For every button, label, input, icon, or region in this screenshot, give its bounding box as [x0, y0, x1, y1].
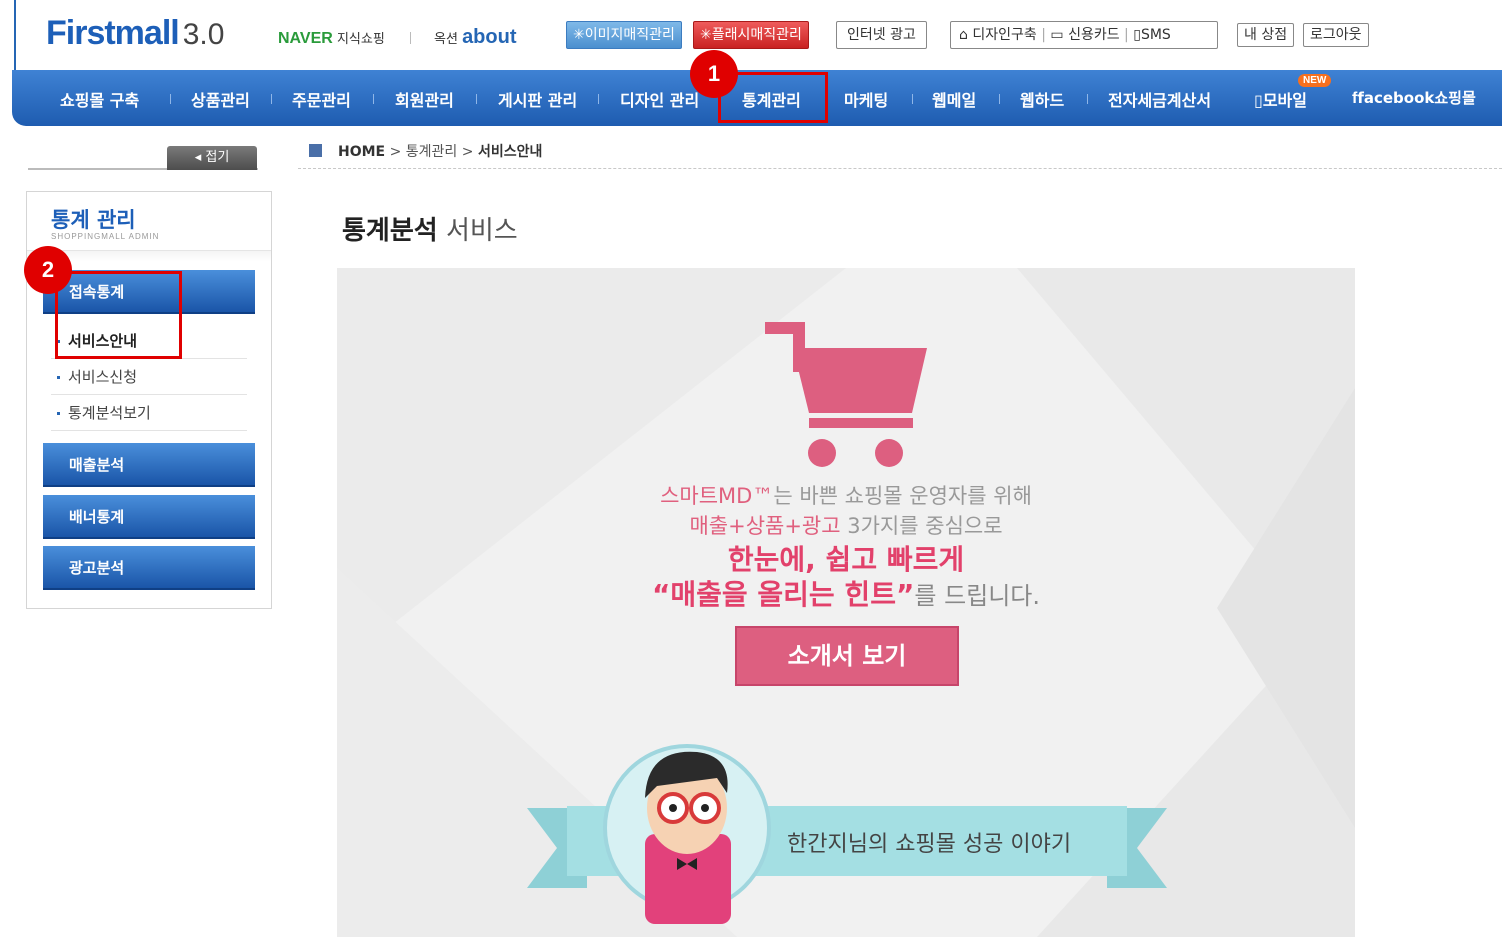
new-badge: NEW: [1298, 74, 1332, 87]
flash-matching-button[interactable]: ✳플래시매직관리: [693, 21, 809, 49]
nav-item-facebook-mall[interactable]: ffacebook쇼핑몰: [1352, 87, 1476, 108]
auction-label: 옥션: [434, 32, 458, 47]
breadcrumb-current: 서비스안내: [477, 144, 543, 160]
sidebar-section-banner-stats[interactable]: 배너통계: [43, 495, 255, 539]
nav-item-orders[interactable]: 주문관리: [292, 87, 351, 111]
nav-item-members[interactable]: 회원관리: [395, 87, 454, 111]
annotation-marker-2: 2: [24, 246, 72, 294]
fold-label: 접기: [205, 150, 230, 165]
shopping-cart-icon: [765, 322, 927, 467]
nav-item-mobile-label: 모바일: [1262, 91, 1307, 110]
desc1-rest: 는 바쁜 쇼핑몰 운영자를 위해: [773, 484, 1032, 508]
sidebar-link-label: 서비스신청: [68, 368, 138, 386]
bullet-icon: [57, 376, 60, 379]
sidebar-subtitle: SHOPPINGMALL ADMIN: [51, 232, 160, 241]
mobile-phone-icon: ▯: [1254, 91, 1263, 110]
nav-item-mobile[interactable]: ▯모바일: [1254, 87, 1307, 111]
service-description-line4: “매출을 올리는 힌트”를 드립니다.: [337, 573, 1355, 613]
nav-divider: [170, 94, 171, 104]
breadcrumb: HOME > 통계관리 > 서비스안내: [309, 141, 542, 161]
sparkle-icon: ✳: [573, 27, 585, 43]
nav-divider: [271, 94, 272, 104]
breadcrumb-level1[interactable]: 통계관리: [406, 144, 458, 160]
design-build-link[interactable]: 디자인구축: [972, 27, 1036, 43]
view-brochure-button[interactable]: 소개서 보기: [735, 626, 959, 686]
my-store-button[interactable]: 내 상점: [1237, 23, 1295, 47]
divider: [410, 32, 411, 44]
page-title-bold: 통계분석: [342, 216, 438, 246]
annotation-box-2: [55, 271, 182, 359]
nav-divider: [999, 94, 1000, 104]
page-title-rest: 서비스: [437, 216, 518, 246]
breadcrumb-separator: >: [461, 144, 474, 160]
desc4-highlight: “매출을 올리는 힌트”: [651, 578, 915, 611]
sidebar-link-service-apply[interactable]: 서비스신청: [57, 366, 137, 387]
nav-item-facebook-label: facebook쇼핑몰: [1357, 89, 1476, 107]
divider: |: [1041, 27, 1046, 43]
nav-divider: [912, 94, 913, 104]
divider: |: [1124, 27, 1129, 43]
firstmall-logo[interactable]: Firstmall 3.0: [46, 14, 224, 53]
nav-item-webmail[interactable]: 웹메일: [932, 87, 976, 111]
nav-item-board[interactable]: 게시판 관리: [498, 87, 577, 111]
sidebar-section-sales-analysis[interactable]: 매출분석: [43, 443, 255, 487]
nav-divider: [476, 94, 477, 104]
nav-divider: [1087, 94, 1088, 104]
home-icon: [309, 144, 322, 157]
breadcrumb-divider: [298, 168, 1502, 169]
top-header: Firstmall 3.0 NAVER 지식쇼핑 옥션 about ✳이미지매직관…: [14, 0, 1502, 70]
sms-link[interactable]: SMS: [1141, 27, 1171, 43]
nav-item-marketing[interactable]: 마케팅: [844, 87, 888, 111]
service-description-line3: 한눈에, 쉽고 빠르게: [727, 543, 965, 576]
fold-sidebar-button[interactable]: ◂ 접기: [167, 146, 257, 170]
bullet-icon: [57, 412, 60, 415]
nav-divider: [598, 94, 599, 104]
phone-icon: ▯: [1133, 27, 1141, 43]
nav-item-products[interactable]: 상품관리: [191, 87, 250, 111]
sidebar-title: 통계 관리: [51, 208, 136, 232]
logout-button[interactable]: 로그아웃: [1303, 23, 1369, 47]
logo-text: Firstmall: [46, 14, 180, 52]
credit-card-link[interactable]: 신용카드: [1068, 27, 1120, 43]
service-description-line2: 매출+상품+광고 3가지를 중심으로: [337, 510, 1355, 540]
sidebar-link-stats-view[interactable]: 통계분석보기: [57, 402, 151, 423]
card-icon: ▭: [1050, 27, 1064, 43]
desc2-highlight: 매출+상품+광고: [689, 514, 841, 538]
success-story-title[interactable]: 한간지님의 쇼핑몰 성공 이야기: [787, 826, 1071, 858]
sidebar-link-label: 통계분석보기: [68, 404, 151, 422]
service-banner: 스마트MD™는 바쁜 쇼핑몰 운영자를 위해 매출+상품+광고 3가지를 중심으…: [337, 268, 1355, 937]
naver-brand: NAVER: [278, 30, 333, 47]
caret-left-icon: ◂: [194, 150, 202, 165]
nav-item-webhard[interactable]: 웹하드: [1020, 87, 1064, 111]
nav-item-e-tax-invoice[interactable]: 전자세금계산서: [1108, 87, 1211, 111]
utility-links: ⌂ 디자인구축 | ▭ 신용카드 | ▯SMS: [950, 21, 1218, 49]
internet-ad-button[interactable]: 인터넷 광고: [836, 21, 927, 49]
nav-item-design[interactable]: 디자인 관리: [620, 87, 699, 111]
desc4-rest: 를 드립니다.: [914, 582, 1041, 610]
annotation-marker-1: 1: [690, 50, 738, 98]
divider: [51, 430, 247, 431]
flash-matching-label: 플래시매직관리: [711, 27, 802, 43]
divider: [51, 394, 247, 395]
desc2-rest: 3가지를 중심으로: [840, 514, 1003, 538]
nav-divider: [373, 94, 374, 104]
breadcrumb-home[interactable]: HOME: [338, 144, 385, 160]
about-brand: about: [462, 26, 517, 48]
image-matching-button[interactable]: ✳이미지매직관리: [566, 21, 682, 49]
smart-md-brand: 스마트MD™: [660, 484, 774, 508]
image-matching-label: 이미지매직관리: [584, 27, 675, 43]
breadcrumb-separator: >: [389, 144, 402, 160]
sidebar-section-ad-analysis[interactable]: 광고분석: [43, 546, 255, 590]
naver-shopping-link[interactable]: NAVER 지식쇼핑: [278, 28, 385, 48]
naver-label: 지식쇼핑: [336, 32, 385, 47]
auction-about-link[interactable]: 옥션 about: [434, 26, 517, 49]
nav-item-mall-build[interactable]: 쇼핑몰 구축: [60, 87, 139, 111]
page-title: 통계분석 서비스: [342, 210, 518, 247]
home-icon: ⌂: [959, 27, 968, 43]
sparkle-icon: ✳: [700, 27, 712, 43]
service-description-line1: 스마트MD™는 바쁜 쇼핑몰 운영자를 위해: [337, 480, 1355, 510]
logo-version: 3.0: [182, 18, 225, 51]
